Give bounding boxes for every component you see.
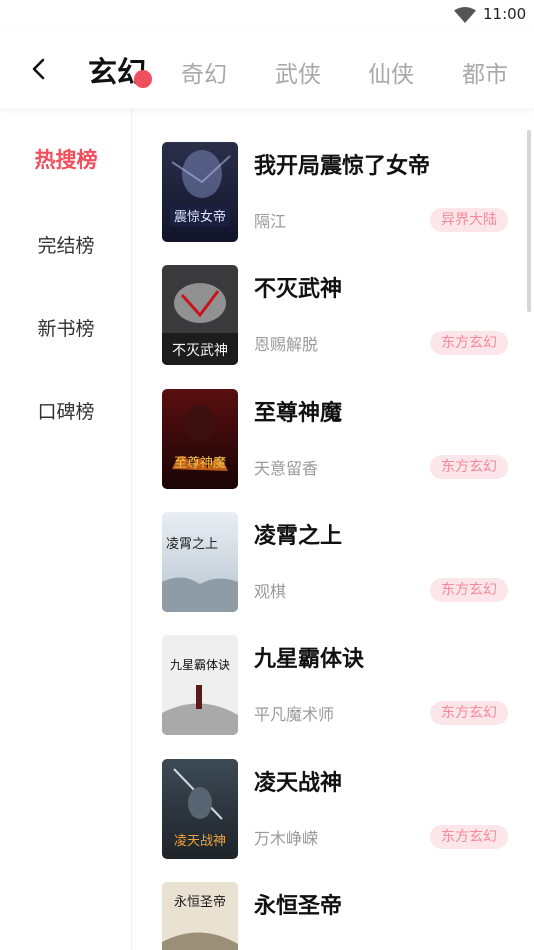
cover-title-text: 九星霸体诀 [170,658,230,672]
book-item[interactable]: 震惊女帝 我开局震惊了女帝 隔江 异界大陆 [162,142,508,242]
book-cover[interactable]: 凌霄之上 [162,512,238,612]
book-cover[interactable]: 震惊女帝 [162,142,238,242]
book-title[interactable]: 凌霄之上 [254,518,342,550]
genre-tag: 东方玄幻 [430,455,508,479]
book-cover[interactable]: 至尊神魔 [162,389,238,489]
book-cover[interactable]: 凌天战神 [162,759,238,859]
sidebar-item-completed[interactable]: 完结榜 [0,231,132,258]
tab-qihuan[interactable]: 奇幻 [181,55,227,89]
sidebar-item-reputation[interactable]: 口碑榜 [0,397,132,424]
book-title[interactable]: 不灭武神 [254,271,342,303]
header: 玄幻 奇幻 武侠 仙侠 都市 [0,30,534,108]
genre-tag: 东方玄幻 [430,578,508,602]
book-item[interactable]: 凌霄之上 凌霄之上 观棋 东方玄幻 [162,512,508,612]
book-item[interactable]: 永恒圣帝 永恒圣帝 [162,882,508,950]
book-item[interactable]: 凌天战神 凌天战神 万木峥嵘 东方玄幻 [162,759,508,859]
book-cover[interactable]: 不灭武神 [162,265,238,365]
cover-title-text: 震惊女帝 [174,209,226,225]
book-author: 观棋 [254,582,287,601]
book-author: 天意留香 [254,459,319,478]
cover-title-text: 凌天战神 [174,834,226,849]
cover-title-text: 不灭武神 [172,343,228,359]
genre-tag: 东方玄幻 [430,701,508,725]
cover-title-text: 永恒圣帝 [174,894,226,910]
book-item[interactable]: 不灭武神 不灭武神 恩赐解脱 东方玄幻 [162,265,508,365]
tab-dushi[interactable]: 都市 [462,55,508,89]
cover-title-text: 凌霄之上 [166,537,218,552]
genre-tag: 异界大陆 [430,208,508,232]
tab-xianxia[interactable]: 仙侠 [368,55,414,89]
scrollbar[interactable] [527,130,531,312]
book-author: 平凡魔术师 [254,705,335,724]
book-title[interactable]: 永恒圣帝 [254,888,342,920]
cover-title-text: 至尊神魔 [174,455,226,471]
ranking-sidebar: 热搜榜 完结榜 新书榜 口碑榜 [0,108,132,950]
wifi-icon [454,7,476,23]
status-bar: 11:00 [0,0,534,30]
book-author: 恩赐解脱 [254,335,319,354]
tab-wuxia[interactable]: 武侠 [275,55,321,89]
active-tab-indicator [134,70,152,88]
book-cover[interactable]: 九星霸体诀 [162,635,238,735]
book-title[interactable]: 九星霸体诀 [254,641,364,673]
status-time: 11:00 [483,5,527,23]
genre-tag: 东方玄幻 [430,331,508,355]
book-cover[interactable]: 永恒圣帝 [162,882,238,950]
book-author: 万木峥嵘 [254,829,319,848]
book-title[interactable]: 凌天战神 [254,765,342,797]
book-title[interactable]: 我开局震惊了女帝 [254,148,430,180]
sidebar-item-new-books[interactable]: 新书榜 [0,314,132,341]
chevron-left-icon[interactable] [24,52,54,86]
sidebar-item-hot-search[interactable]: 热搜榜 [0,144,132,174]
book-item[interactable]: 九星霸体诀 九星霸体诀 平凡魔术师 东方玄幻 [162,635,508,735]
genre-tag: 东方玄幻 [430,825,508,849]
book-title[interactable]: 至尊神魔 [254,395,342,427]
book-item[interactable]: 至尊神魔 至尊神魔 天意留香 东方玄幻 [162,389,508,489]
book-author: 隔江 [254,212,287,231]
